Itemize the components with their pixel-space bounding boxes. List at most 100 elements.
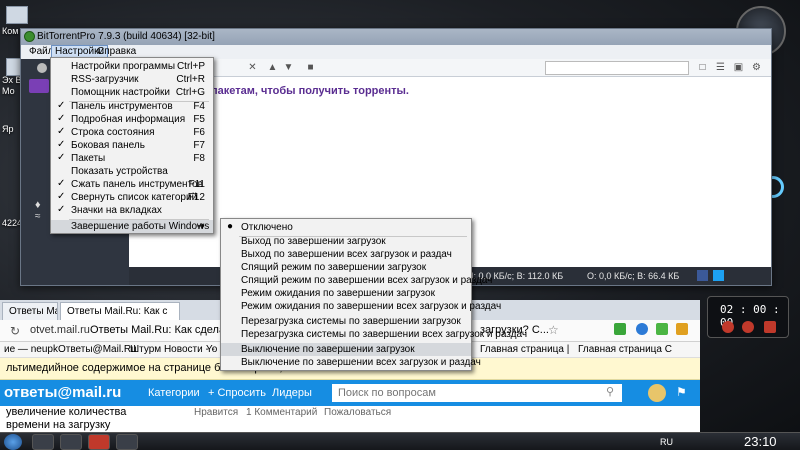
- check-icon: ✓: [57, 113, 66, 124]
- settings-menu: Настройки программы Ctrl+P RSS-загрузчик C…: [50, 57, 214, 234]
- taskbar: RU 23:10: [0, 432, 800, 450]
- taskbar-app-browser[interactable]: [116, 434, 138, 450]
- remove-icon[interactable]: ✕: [247, 62, 258, 73]
- torrents-icon[interactable]: [37, 63, 47, 73]
- shutdown-option[interactable]: Перезагрузка системы по завершении всех …: [221, 328, 527, 341]
- menu-item-setup-guide[interactable]: Помощник настройки Ctrl+G: [51, 86, 213, 99]
- browser-tab[interactable]: Ответы Mail.Ru: [2, 302, 58, 320]
- timer-widget: 02 : 00 : 00: [707, 296, 789, 338]
- mail-logo[interactable]: ответы@mail.ru: [4, 384, 121, 401]
- twitter-icon[interactable]: [713, 270, 724, 281]
- radio-dot-icon: ●: [227, 221, 234, 232]
- clock-icon[interactable]: [742, 321, 754, 333]
- nav-ask[interactable]: + Спросить: [208, 387, 266, 399]
- star-icon[interactable]: ☆: [548, 323, 559, 337]
- check-icon: ✓: [57, 126, 66, 137]
- upload-status: О: 0,0 КБ/с; В: 66.4 КБ: [587, 271, 680, 281]
- bookmark-item[interactable]: Yo: [206, 344, 217, 355]
- menu-item-statusbar[interactable]: ✓ Строка состояния F6: [51, 126, 213, 139]
- desktop-label: Яр: [2, 124, 14, 134]
- mail-header: ответы@mail.ru Категории + Спросить Лиде…: [0, 380, 700, 406]
- menu-item-details[interactable]: ✓ Подробная информация F5: [51, 113, 213, 126]
- power-icon[interactable]: [722, 321, 734, 333]
- shutdown-option[interactable]: Режим ожидания по завершении загрузок: [221, 287, 471, 300]
- search-input[interactable]: [332, 384, 622, 402]
- taskbar-app-yandex[interactable]: [88, 434, 110, 450]
- shutdown-option[interactable]: Режим ожидания по завершении всех загруз…: [221, 300, 501, 313]
- feeds-icon[interactable]: [29, 79, 49, 93]
- shutdown-option[interactable]: Спящий режим по завершении всех загрузок…: [221, 274, 492, 287]
- language-indicator[interactable]: RU: [660, 437, 673, 447]
- toolbar: ✕ ▲ ▼ ■ □ ☰ ▣ ⚙: [129, 59, 771, 77]
- tag-icon[interactable]: ♦: [35, 199, 41, 211]
- monitor-icon[interactable]: ▣: [733, 62, 744, 73]
- move-down-icon[interactable]: ▼: [283, 62, 294, 73]
- start-button[interactable]: [4, 434, 22, 450]
- side-text: времени на загрузку: [6, 419, 111, 431]
- window-titlebar[interactable]: BitTorrentPro 7.9.3 (build 40634) [32-bi…: [21, 29, 771, 45]
- bookmark-item[interactable]: ие — neupk: [4, 344, 58, 355]
- list-icon[interactable]: ☰: [715, 62, 726, 73]
- rss-icon[interactable]: ≈: [35, 211, 41, 222]
- bookmark-item[interactable]: Штурм Новости - -: [130, 344, 215, 355]
- shield-icon[interactable]: [614, 323, 626, 335]
- comments-link[interactable]: 1 Комментарий: [246, 407, 317, 418]
- empty-hint: пакетам, чтобы получить торренты.: [211, 85, 409, 97]
- move-up-icon[interactable]: ▲: [267, 62, 278, 73]
- check-icon: ✓: [57, 100, 66, 111]
- reload-icon[interactable]: ↻: [10, 324, 20, 338]
- menu-item-tab-icons[interactable]: ✓ Значки на вкладках: [51, 204, 213, 217]
- bell-icon[interactable]: ⚑: [676, 385, 687, 399]
- check-icon: ✓: [57, 191, 66, 202]
- shutdown-option[interactable]: ● Отключено: [221, 221, 471, 234]
- report-link[interactable]: Пожаловаться: [324, 407, 391, 418]
- facebook-icon[interactable]: [697, 270, 708, 281]
- shutdown-option[interactable]: Выход по завершении загрузок: [221, 235, 471, 248]
- menu-item-devices[interactable]: Показать устройства: [51, 165, 213, 178]
- menu-item-sidebar[interactable]: ✓ Боковая панель F7: [51, 139, 213, 152]
- menu-item-program-settings[interactable]: Настройки программы Ctrl+P: [51, 60, 213, 73]
- window-title: BitTorrentPro 7.9.3 (build 40634) [32-bi…: [37, 31, 215, 42]
- taskbar-app-explorer[interactable]: [32, 434, 54, 450]
- bookmark-item[interactable]: Ответы@Mail.Ru: [58, 344, 137, 355]
- tray-clock[interactable]: 23:10: [744, 434, 777, 449]
- taskbar-app-torrent[interactable]: [60, 434, 82, 450]
- desktop-label: Эх В: [2, 75, 22, 85]
- close-icon[interactable]: [764, 321, 776, 333]
- menu-item-rss[interactable]: RSS-загрузчик Ctrl+R: [51, 73, 213, 86]
- extension-icon[interactable]: [656, 323, 668, 335]
- check-icon: ✓: [57, 152, 66, 163]
- lock-icon[interactable]: ■: [305, 62, 316, 73]
- shutdown-option-highlighted[interactable]: Выключение по завершении загрузок: [221, 343, 471, 356]
- shutdown-option[interactable]: Спящий режим по завершении загрузок: [221, 261, 471, 274]
- bookmark-item[interactable]: Главная страница С: [578, 344, 672, 355]
- menu-item-bundles[interactable]: ✓ Пакеты F8: [51, 152, 213, 165]
- menu-item-collapse-categories[interactable]: ✓ Свернуть список категорий F12: [51, 191, 213, 204]
- search-box[interactable]: [545, 61, 689, 75]
- menu-item-toolbar[interactable]: ✓ Панель инструментов F4: [51, 100, 213, 113]
- like-button[interactable]: Нравится: [194, 407, 238, 418]
- nav-leaders[interactable]: Лидеры: [272, 387, 312, 399]
- nav-categories[interactable]: Категории: [148, 387, 200, 399]
- menu-item-windows-shutdown[interactable]: Завершение работы Windows ➜: [51, 220, 213, 233]
- extension-icon[interactable]: [636, 323, 648, 335]
- check-icon: ✓: [57, 139, 66, 150]
- shutdown-option[interactable]: Перезагрузка системы по завершении загру…: [221, 315, 471, 328]
- chat-icon[interactable]: □: [697, 62, 708, 73]
- search-icon[interactable]: ⚲: [606, 385, 614, 398]
- check-icon: ✓: [57, 204, 66, 215]
- gear-icon[interactable]: ⚙: [751, 62, 762, 73]
- submenu-arrow-icon: ➜: [196, 221, 205, 232]
- desktop-label: Мо: [2, 86, 15, 96]
- extension-icon[interactable]: [676, 323, 688, 335]
- bookmark-item[interactable]: Главная страница |: [480, 344, 569, 355]
- shutdown-option[interactable]: Выключение по завершении всех загрузок и…: [221, 356, 481, 369]
- browser-tab-active[interactable]: Ответы Mail.Ru: Как с: [60, 302, 180, 320]
- side-text: увеличение количества: [6, 406, 127, 418]
- avatar[interactable]: [648, 384, 666, 402]
- url-text[interactable]: otvet.mail.ru: [30, 324, 90, 336]
- menu-item-compact-toolbar[interactable]: ✓ Сжать панель инструментов F11: [51, 178, 213, 191]
- shutdown-option[interactable]: Выход по завершении всех загрузок и разд…: [221, 248, 471, 261]
- desktop-icon-computer[interactable]: [6, 6, 28, 24]
- check-icon: ✓: [57, 178, 66, 189]
